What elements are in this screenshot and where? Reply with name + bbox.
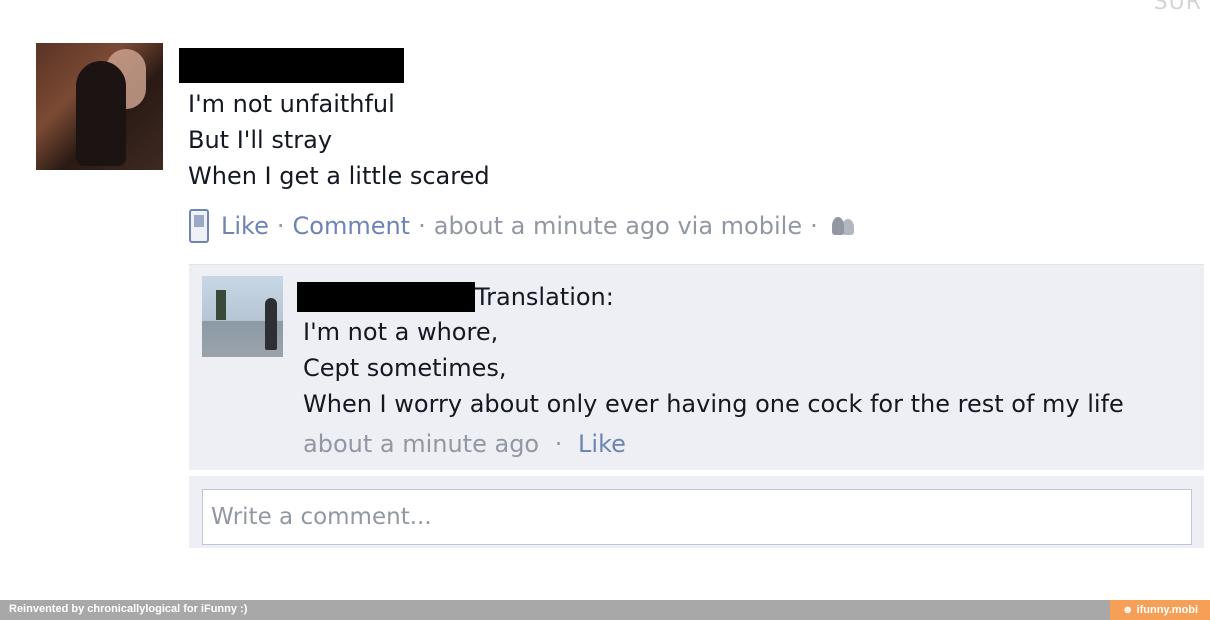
comment-meta: about a minute ago · Like [303, 426, 626, 462]
commenter-name-redacted [297, 282, 475, 312]
poster-avatar[interactable] [36, 43, 163, 170]
separator: · [810, 212, 818, 240]
commenter-avatar[interactable] [202, 276, 283, 357]
separator: · [418, 212, 426, 240]
post-line: I'm not unfaithful [188, 90, 395, 118]
poster-name-redacted [179, 48, 404, 83]
post-line: But I'll stray [188, 126, 333, 154]
comment-timestamp[interactable]: about a minute ago [303, 430, 539, 458]
footer-credit: Reinvented by chronicallylogical for iFu… [9, 603, 248, 615]
post-actions: Like · Comment · about a minute ago via … [189, 208, 856, 244]
like-link[interactable]: Like [221, 212, 269, 240]
write-comment-input[interactable] [202, 489, 1192, 545]
comment-lead: Translation: [475, 283, 614, 311]
friends-icon[interactable] [830, 215, 856, 237]
post-timestamp[interactable]: about a minute ago via mobile [434, 212, 802, 240]
post-line: When I get a little scared [188, 162, 490, 190]
header-fragment: SUR [1153, 0, 1202, 15]
comment-line: Cept sometimes, [303, 354, 507, 382]
comment-link[interactable]: Comment [293, 212, 411, 240]
separator: · [554, 430, 563, 458]
separator: · [276, 212, 285, 240]
comment-text: I'm not a whore, Cept sometimes, When I … [303, 314, 1124, 422]
post-text: I'm not unfaithful But I'll stray When I… [188, 86, 490, 194]
comment-line: I'm not a whore, [303, 318, 499, 346]
comment-like-link[interactable]: Like [578, 430, 626, 458]
footer-bar: Reinvented by chronicallylogical for iFu… [0, 600, 1210, 620]
site-badge[interactable]: ☻ ifunny.mobi [1110, 600, 1210, 620]
comment-line: When I worry about only ever having one … [303, 390, 1124, 418]
mobile-phone-icon [189, 209, 209, 243]
